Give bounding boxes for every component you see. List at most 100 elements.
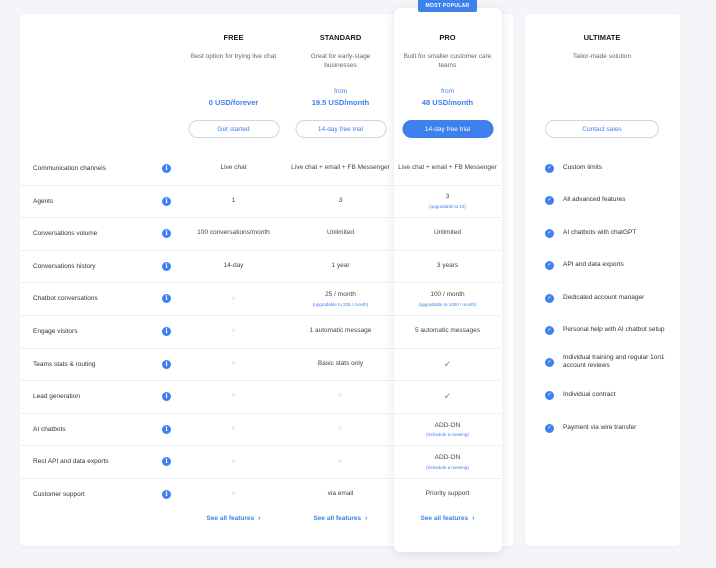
feature-label: Customer support	[33, 491, 85, 498]
info-icon[interactable]: i	[162, 294, 171, 304]
plan-price: 0 USD/forever	[208, 98, 259, 107]
feature-cell-pro: 3 (upgradable to 10)	[394, 185, 501, 218]
feature-cell-standard: 3	[287, 185, 394, 218]
cross-icon: ×	[231, 391, 236, 401]
info-icon[interactable]: i	[162, 196, 171, 206]
feature-cell-standard: Basic stats only	[287, 348, 394, 381]
feature-row: Customer support i × via email Priority supp…	[20, 478, 501, 511]
feature-cell-standard: Live chat + email + FB Messenger	[287, 152, 394, 185]
cell-value: 100 conversations/month	[197, 229, 270, 237]
plan-price-prefix: from	[441, 88, 454, 95]
plan-description: Built for smaller customer care teams	[403, 53, 492, 69]
see-all-features-link-pro[interactable]: See all features ›	[394, 515, 501, 522]
contact-sales-button[interactable]: Contact sales	[545, 120, 659, 138]
ultimate-feature-item: ✓ AI chatbots with chatGPT	[545, 228, 670, 238]
cell-note[interactable]: (Schedule a meeting)	[426, 465, 469, 470]
feature-cell-free: Live chat	[180, 152, 287, 185]
feature-label: Conversations history	[33, 262, 96, 270]
info-icon[interactable]: i	[162, 424, 171, 434]
info-icon[interactable]: i	[162, 327, 171, 336]
feature-cell-free: 100 conversations/month	[180, 217, 287, 250]
plan-price: 48 USD/month	[421, 98, 474, 107]
info-icon[interactable]: i	[162, 261, 171, 271]
cell-value: 1 year	[331, 262, 350, 270]
feature-row: Lead generation i × × ✓	[20, 380, 501, 413]
feature-cell-standard: ×	[287, 413, 394, 446]
check-circle-icon: ✓	[545, 357, 554, 367]
ultimate-feature-item: ✓ Personal help with AI chatbot setup	[545, 325, 670, 335]
feature-cell-pro: Priority support	[394, 478, 501, 511]
feature-cell-standard: ×	[287, 380, 394, 413]
check-circle-icon: ✓	[545, 195, 554, 205]
feature-cell-free: ×	[180, 380, 287, 413]
plan-description: Best option for trying live chat	[190, 53, 277, 60]
cell-value: Live chat	[220, 164, 247, 172]
cell-value: Priority support	[425, 490, 470, 498]
plan-description: Great for early-stage businesses	[310, 53, 371, 69]
feature-cell-pro: 3 years	[394, 250, 501, 283]
ultimate-feature-item: ✓ Dedicated account manager	[545, 293, 670, 303]
ultimate-feature-label: Individual training and regular 1on1 acc…	[563, 353, 665, 370]
ultimate-feature-label: All advanced features	[563, 195, 626, 203]
check-circle-icon: ✓	[545, 423, 554, 433]
cross-icon: ×	[338, 424, 343, 434]
info-icon[interactable]: i	[162, 490, 171, 499]
cell-note: (upgradable to 1000 / month)	[418, 301, 477, 307]
ultimate-feature-label: Dedicated account manager	[563, 293, 645, 301]
cross-icon: ×	[338, 391, 343, 401]
info-icon[interactable]: i	[162, 359, 171, 369]
cell-note[interactable]: (Schedule a meeting)	[426, 432, 469, 437]
cell-value: ADD-ON	[434, 454, 461, 462]
ultimate-feature-item: ✓ API and data exports	[545, 260, 670, 270]
check-circle-icon: ✓	[545, 325, 554, 335]
info-icon[interactable]: i	[162, 229, 171, 239]
cross-icon: ×	[338, 456, 343, 466]
check-circle-icon: ✓	[545, 228, 554, 238]
check-circle-icon: ✓	[545, 390, 554, 400]
check-icon: ✓	[443, 391, 452, 402]
cross-icon: ×	[231, 293, 236, 303]
cell-value: ADD-ON	[434, 421, 461, 429]
feature-cell-pro: 100 / month (upgradable to 1000 / month)	[394, 282, 501, 315]
see-all-features-link-free[interactable]: See all features ›	[180, 515, 287, 522]
info-icon[interactable]: i	[162, 457, 171, 467]
feature-row: Teams stats & routing i × Basic stats only ✓	[20, 348, 501, 381]
cell-value: Unlimited	[326, 229, 355, 237]
plan-description: Tailor-made solution	[572, 53, 632, 60]
feature-row: Communication channels i Live chat Live cha…	[20, 152, 501, 185]
feature-cell-pro: ✓	[394, 348, 501, 381]
feature-cell-pro: 5 automatic messages	[394, 315, 501, 348]
check-icon: ✓	[443, 358, 452, 369]
feature-label: Teams stats & routing	[33, 360, 96, 368]
check-circle-icon: ✓	[545, 163, 554, 173]
plan-name: PRO	[439, 33, 456, 42]
feature-label: Communication channels	[33, 165, 106, 172]
plan-price: 19.5 USD/month	[311, 98, 370, 107]
feature-cell-free: ×	[180, 445, 287, 478]
feature-cell-free: ×	[180, 413, 287, 446]
feature-label: Rest API and data exports	[33, 458, 109, 466]
cell-value: 1	[231, 196, 236, 204]
ultimate-feature-label: AI chatbots with chatGPT	[563, 228, 637, 236]
ultimate-plan-card	[525, 14, 680, 546]
ultimate-feature-item: ✓ Payment via wire transfer	[545, 423, 670, 433]
most-popular-badge: MOST POPULAR	[418, 0, 477, 12]
feature-label: Conversations volume	[33, 230, 98, 238]
standard-free-trial-button[interactable]: 14-day free trial	[295, 120, 386, 138]
see-all-features-link-standard[interactable]: See all features ›	[287, 515, 394, 522]
check-circle-icon: ✓	[545, 293, 554, 303]
feature-row: Chatbot conversations i × 25 / month (upgrad…	[20, 282, 501, 315]
cell-note: (upgradable to 10)	[429, 203, 466, 209]
cell-note: (upgradable to 225 / month)	[312, 301, 369, 307]
feature-cell-pro: Unlimited	[394, 217, 501, 250]
cell-value: 5 automatic messages	[414, 327, 481, 335]
info-icon[interactable]: i	[162, 164, 171, 173]
feature-cell-pro: ADD-ON (Schedule a meeting)	[394, 413, 501, 446]
info-icon[interactable]: i	[162, 392, 171, 402]
feature-cell-pro: Live chat + email + FB Messenger	[394, 152, 501, 185]
cell-value: Live chat + email + FB Messenger	[291, 164, 390, 172]
ultimate-feature-label: API and data exports	[563, 260, 624, 268]
get-started-button[interactable]: Get started	[188, 120, 279, 138]
pro-free-trial-button[interactable]: 14-day free trial	[402, 120, 493, 138]
see-all-label: See all features	[313, 515, 362, 522]
